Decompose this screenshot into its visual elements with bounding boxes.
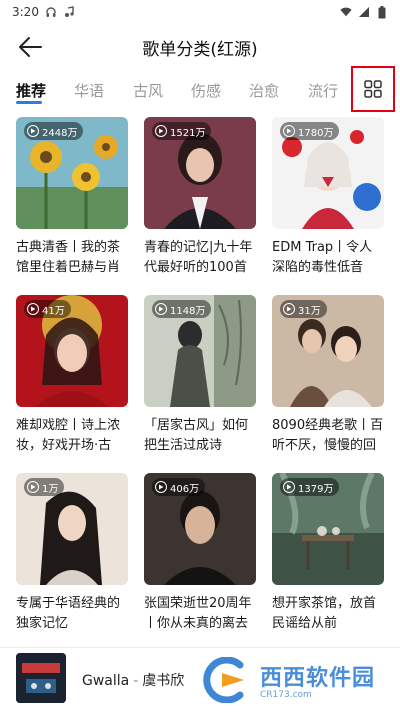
playlist-cover: 1万 — [16, 473, 128, 585]
play-icon — [283, 481, 295, 493]
playlist-card[interactable]: 1780万 EDM Trap丨令人深陷的毒性低音 — [272, 117, 384, 278]
now-playing-text: Gwalla - 虞书欣 — [82, 670, 184, 690]
playlist-title: 8090经典老歌丨百听不厌，慢慢的回忆 — [272, 418, 384, 453]
status-time: 3:20 — [12, 5, 39, 19]
playlist-cover: 1780万 — [272, 117, 384, 229]
play-count-badge: 2448万 — [24, 122, 84, 140]
play-icon — [283, 303, 295, 315]
wifi-icon — [340, 6, 352, 18]
grid-icon — [364, 80, 382, 98]
battery-icon — [376, 5, 388, 18]
watermark-url: CR173.com — [260, 690, 312, 700]
site-watermark: 西西软件园 CR173.com — [200, 654, 396, 706]
playlist-cover: 41万 — [16, 295, 128, 407]
now-playing-cover — [16, 653, 66, 703]
playlist-title: 青春的记忆|九十年代最好听的100首歌 — [144, 240, 253, 275]
music-note-icon — [63, 6, 75, 18]
play-count: 1780万 — [298, 127, 334, 139]
headphones-icon — [45, 6, 57, 18]
playlist-card[interactable]: 2448万 古典清香丨我的茶馆里住着巴赫与肖邦 — [16, 117, 128, 278]
playlist-cover: 1379万 — [272, 473, 384, 585]
watermark-brand: 西西软件园 — [260, 666, 376, 691]
playlist-card[interactable]: 1379万 想开家茶馆，放首民谣给从前 — [272, 473, 384, 634]
tab-pop[interactable]: 流行 — [308, 80, 338, 101]
play-count: 31万 — [298, 305, 321, 317]
play-count: 1万 — [42, 483, 59, 495]
play-count-badge: 1521万 — [152, 122, 212, 140]
play-icon — [155, 481, 167, 493]
playlist-title: EDM Trap丨令人深陷的毒性低音 — [272, 240, 373, 275]
play-icon — [27, 481, 39, 493]
play-count-badge: 1379万 — [280, 478, 340, 496]
page-title: 歌单分类(红源) — [142, 39, 258, 60]
play-count-badge: 406万 — [152, 478, 206, 496]
signal-icon — [358, 6, 370, 18]
playlist-card[interactable]: 1148万 「居家古风」如何把生活过成诗 — [144, 295, 256, 456]
play-count-badge: 1780万 — [280, 122, 340, 140]
play-icon — [27, 125, 39, 137]
play-icon — [155, 125, 167, 137]
playlist-title: 想开家茶馆，放首民谣给从前 — [272, 596, 377, 631]
category-grid-button[interactable] — [351, 66, 395, 112]
play-count: 1521万 — [170, 127, 206, 139]
playlist-card[interactable]: 1521万 青春的记忆|九十年代最好听的100首歌 — [144, 117, 256, 278]
now-playing-song: Gwalla — [82, 673, 130, 689]
play-count-badge: 1148万 — [152, 300, 212, 318]
active-tab-indicator — [16, 101, 42, 104]
play-count: 41万 — [42, 305, 65, 317]
play-count-badge: 31万 — [280, 300, 327, 318]
playlist-cover: 2448万 — [16, 117, 128, 229]
play-icon — [283, 125, 295, 137]
now-playing-artist: 虞书欣 — [142, 673, 185, 689]
category-tabs: 推荐 华语 古风 伤感 治愈 流行 — [0, 70, 400, 112]
watermark-logo-icon — [200, 656, 256, 704]
tab-chinese[interactable]: 华语 — [74, 80, 104, 101]
play-icon — [27, 303, 39, 315]
status-bar: 3:20 — [0, 0, 400, 24]
playlist-title: 「居家古风」如何把生活过成诗 — [144, 418, 249, 453]
tab-ancient-style[interactable]: 古风 — [133, 80, 163, 101]
tab-recommend[interactable]: 推荐 — [16, 80, 46, 101]
playlist-cover: 1521万 — [144, 117, 256, 229]
playlist-card[interactable]: 41万 难却戏腔丨诗上浓妆，好戏开场·古风... — [16, 295, 128, 456]
header: 歌单分类(红源) — [0, 24, 400, 70]
playlist-cover: 1148万 — [144, 295, 256, 407]
play-count-badge: 41万 — [24, 300, 71, 318]
back-button[interactable] — [14, 32, 46, 62]
play-count: 406万 — [170, 483, 200, 495]
playlist-title: 专属于华语经典的独家记忆 — [16, 596, 121, 631]
playlist-title: 古典清香丨我的茶馆里住着巴赫与肖邦 — [16, 240, 121, 275]
playlist-title: 张国荣逝世20周年丨你从未真的离去 — [144, 596, 252, 631]
playlist-cover: 31万 — [272, 295, 384, 407]
tab-sad[interactable]: 伤感 — [191, 80, 221, 101]
play-count: 1379万 — [298, 483, 334, 495]
playlist-cover: 406万 — [144, 473, 256, 585]
play-count: 2448万 — [42, 127, 78, 139]
tab-healing[interactable]: 治愈 — [249, 80, 279, 101]
play-count-badge: 1万 — [24, 478, 65, 496]
playlist-title: 难却戏腔丨诗上浓妆，好戏开场·古风... — [16, 418, 121, 453]
playlist-card[interactable]: 1万 专属于华语经典的独家记忆 — [16, 473, 128, 634]
now-playing-separator: - — [133, 673, 139, 689]
playlist-card[interactable]: 406万 张国荣逝世20周年丨你从未真的离去 — [144, 473, 256, 634]
playlist-card[interactable]: 31万 8090经典老歌丨百听不厌，慢慢的回忆 — [272, 295, 384, 456]
play-count: 1148万 — [170, 305, 206, 317]
arrow-left-icon — [19, 37, 42, 57]
play-icon — [155, 303, 167, 315]
